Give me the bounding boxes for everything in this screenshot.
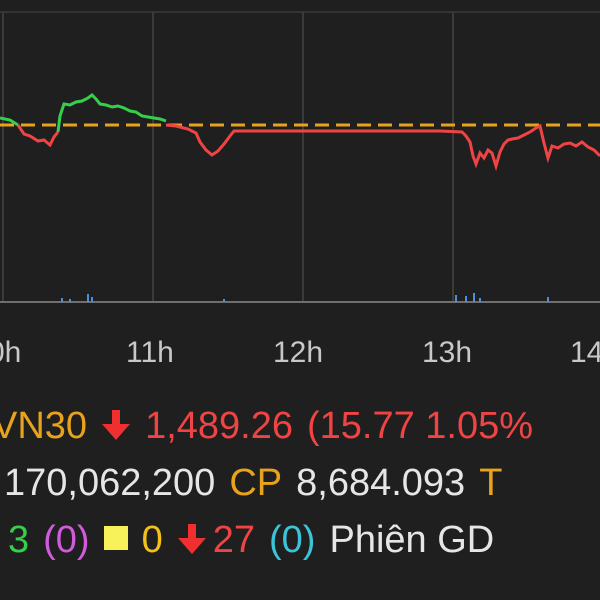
price-line-red-early <box>16 124 60 148</box>
ceiling-count: (0) <box>43 519 90 561</box>
trading-value: 8,684.093 <box>296 462 466 504</box>
time-label-14h: 14 <box>570 336 600 369</box>
volume-bars <box>61 293 549 302</box>
price-line-red-midday <box>165 123 600 172</box>
index-summary-panel: VN30 1,489.26 (15.77 1.05% 170,062,200 CP 8,… <box>0 390 600 600</box>
time-label-11h: 11h <box>126 336 174 369</box>
index-value: 1,489.26 <box>145 405 293 447</box>
trading-volume: 170,062,200 <box>4 462 216 504</box>
index-price-row: VN30 1,489.26 (15.77 1.05% <box>0 404 533 448</box>
advancing-count: 3 <box>8 519 30 561</box>
volume-row: 170,062,200 CP 8,684.093 T <box>4 461 502 505</box>
index-name: VN30 <box>0 405 88 447</box>
session-label: Phiên GD <box>329 519 495 561</box>
time-label-12h: 12h <box>273 336 323 369</box>
time-label-0h: 0h <box>0 336 21 369</box>
cp-label: CP <box>229 462 283 504</box>
index-change: (15.77 1.05% <box>306 405 534 447</box>
declining-count: 27 <box>212 519 256 561</box>
intraday-chart: 0h 11h 12h 13h 14 <box>0 0 600 372</box>
time-label-13h: 13h <box>422 336 472 369</box>
unchanged-count: 0 <box>141 519 163 561</box>
value-unit-label: T <box>479 462 503 504</box>
floor-count: (0) <box>269 519 316 561</box>
square-icon <box>103 526 128 550</box>
market-breadth-row: 3 (0) 0 27 (0) Phiên GD <box>8 518 494 562</box>
arrow-down-icon <box>177 522 207 556</box>
arrow-down-icon <box>101 408 131 442</box>
chart-canvas: 0h 11h 12h 13h 14 <box>0 11 600 369</box>
